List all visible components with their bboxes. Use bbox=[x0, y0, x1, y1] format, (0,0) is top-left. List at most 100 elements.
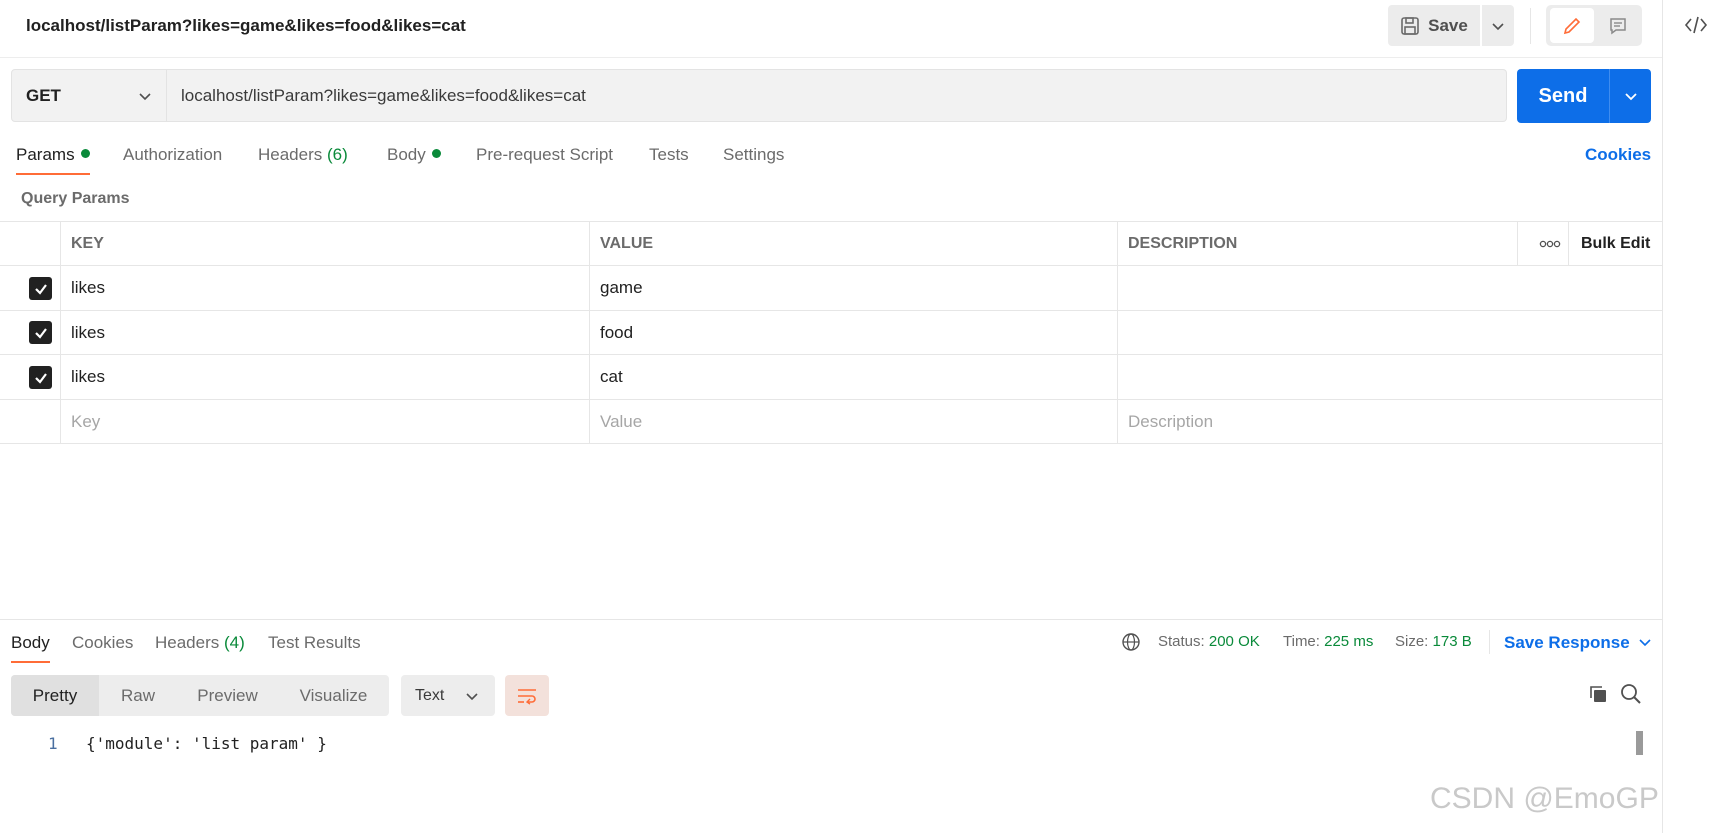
line-number: 1 bbox=[48, 734, 58, 753]
send-options-button[interactable] bbox=[1610, 69, 1651, 123]
query-params-title: Query Params bbox=[21, 190, 130, 207]
url-input[interactable]: localhost/listParam?likes=game&likes=foo… bbox=[167, 69, 1507, 122]
table-row: likes game bbox=[0, 265, 1662, 310]
view-preview-button[interactable]: Preview bbox=[177, 675, 278, 716]
pencil-icon bbox=[1563, 17, 1581, 34]
tab-params[interactable]: Params bbox=[16, 145, 90, 165]
response-tab-test-results[interactable]: Test Results bbox=[268, 633, 361, 653]
table-row: likes cat bbox=[0, 354, 1662, 399]
comments-button[interactable] bbox=[1596, 8, 1640, 43]
status-label: Status: bbox=[1158, 633, 1205, 650]
tab-tests[interactable]: Tests bbox=[649, 145, 689, 165]
format-label: Text bbox=[415, 686, 445, 704]
response-time[interactable]: Time: 225 ms bbox=[1283, 633, 1373, 650]
bulk-edit-button[interactable]: Bulk Edit bbox=[1570, 222, 1650, 265]
new-key-input[interactable]: Key bbox=[60, 400, 100, 443]
tab-authorization[interactable]: Authorization bbox=[123, 145, 222, 165]
tab-pre-request-script[interactable]: Pre-request Script bbox=[476, 145, 613, 165]
save-button[interactable]: Save bbox=[1388, 5, 1480, 46]
param-key[interactable]: likes bbox=[60, 266, 105, 310]
save-response-label: Save Response bbox=[1504, 633, 1630, 652]
tab-params-label: Params bbox=[16, 145, 75, 164]
response-tab-headers-label: Headers bbox=[155, 633, 220, 652]
view-raw-button[interactable]: Raw bbox=[99, 675, 177, 716]
check-icon bbox=[34, 327, 47, 339]
right-sidebar bbox=[1662, 0, 1727, 833]
view-visualize-button[interactable]: Visualize bbox=[278, 675, 389, 716]
check-icon bbox=[34, 372, 47, 384]
column-value: VALUE bbox=[600, 234, 654, 252]
response-tab-body[interactable]: Body bbox=[11, 633, 50, 653]
params-indicator-dot bbox=[80, 149, 90, 158]
response-size[interactable]: Size: 173 B bbox=[1395, 633, 1472, 650]
chevron-down-icon bbox=[139, 92, 151, 100]
chevron-down-icon bbox=[1624, 93, 1637, 101]
chevron-down-icon bbox=[466, 692, 478, 700]
column-key: KEY bbox=[71, 234, 104, 252]
row-checkbox[interactable] bbox=[29, 277, 52, 300]
response-tab-headers[interactable]: Headers (4) bbox=[155, 633, 245, 653]
table-row-new: Key Value Description bbox=[0, 399, 1662, 444]
wrap-text-icon bbox=[518, 688, 536, 705]
time-value: 225 ms bbox=[1324, 633, 1374, 650]
method-select[interactable]: GET bbox=[11, 69, 167, 122]
column-description: DESCRIPTION bbox=[1128, 234, 1238, 252]
param-key[interactable]: likes bbox=[60, 355, 105, 399]
code-snippet-icon[interactable] bbox=[1684, 14, 1708, 41]
tab-body[interactable]: Body bbox=[387, 145, 441, 165]
view-pretty-button[interactable]: Pretty bbox=[11, 675, 99, 716]
method-label: GET bbox=[26, 85, 61, 105]
chevron-down-icon bbox=[1639, 639, 1651, 647]
request-title[interactable]: localhost/listParam?likes=game&likes=foo… bbox=[26, 16, 466, 36]
body-indicator-dot bbox=[431, 149, 441, 158]
row-checkbox[interactable] bbox=[29, 321, 52, 344]
new-value-input[interactable]: Value bbox=[589, 400, 642, 443]
tab-settings[interactable]: Settings bbox=[723, 145, 784, 165]
scrollbar-thumb[interactable] bbox=[1636, 731, 1643, 755]
table-row: likes food bbox=[0, 310, 1662, 354]
row-checkbox[interactable] bbox=[29, 366, 52, 389]
edit-mode-button[interactable] bbox=[1550, 8, 1594, 43]
param-description[interactable] bbox=[1117, 266, 1128, 310]
format-select[interactable]: Text bbox=[401, 675, 495, 716]
save-response-button[interactable]: Save Response bbox=[1504, 633, 1652, 653]
send-button[interactable]: Send bbox=[1517, 69, 1609, 123]
check-icon bbox=[34, 283, 47, 295]
time-label: Time: bbox=[1283, 633, 1320, 650]
tab-body-label: Body bbox=[387, 145, 426, 164]
param-value[interactable]: food bbox=[589, 311, 633, 354]
more-options-icon[interactable] bbox=[1528, 222, 1561, 265]
chevron-down-icon bbox=[1492, 22, 1504, 30]
save-label: Save bbox=[1428, 15, 1468, 35]
param-value[interactable]: cat bbox=[589, 355, 623, 399]
search-icon[interactable] bbox=[1620, 683, 1642, 710]
param-description[interactable] bbox=[1117, 311, 1128, 354]
divider bbox=[1489, 630, 1490, 654]
table-header: KEY VALUE DESCRIPTION Bulk Edit bbox=[0, 221, 1662, 265]
response-headers-count: (4) bbox=[224, 633, 245, 652]
cookies-link[interactable]: Cookies bbox=[1585, 145, 1651, 165]
copy-icon[interactable] bbox=[1588, 684, 1608, 709]
save-icon bbox=[1401, 16, 1419, 35]
active-tab-indicator bbox=[11, 661, 50, 663]
tab-headers[interactable]: Headers (6) bbox=[258, 145, 348, 165]
response-tab-cookies[interactable]: Cookies bbox=[72, 633, 133, 653]
globe-icon[interactable] bbox=[1121, 632, 1141, 657]
divider bbox=[1530, 8, 1531, 44]
param-value[interactable]: game bbox=[589, 266, 643, 310]
response-status[interactable]: Status: 200 OK bbox=[1158, 633, 1260, 650]
param-key[interactable]: likes bbox=[60, 311, 105, 354]
status-value: 200 OK bbox=[1208, 633, 1260, 650]
new-description-input[interactable]: Description bbox=[1117, 400, 1213, 443]
headers-count: (6) bbox=[327, 145, 348, 164]
size-value: 173 B bbox=[1432, 633, 1472, 650]
watermark: CSDN @EmoGP bbox=[1430, 782, 1659, 815]
tab-headers-label: Headers bbox=[258, 145, 323, 164]
param-description[interactable] bbox=[1117, 355, 1128, 399]
comment-icon bbox=[1610, 17, 1626, 34]
save-options-button[interactable] bbox=[1482, 5, 1514, 46]
wrap-lines-button[interactable] bbox=[505, 675, 549, 716]
response-divider[interactable] bbox=[0, 619, 1662, 620]
response-body-code[interactable]: {'module': 'list param' } bbox=[86, 734, 327, 753]
active-tab-indicator bbox=[16, 173, 90, 175]
